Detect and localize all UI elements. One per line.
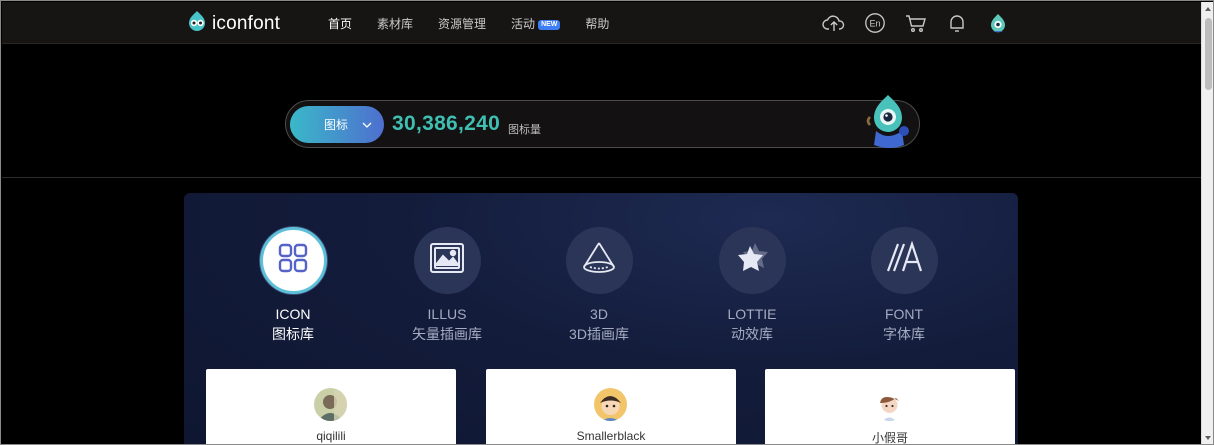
category-font[interactable]: FONT 字体库 <box>834 227 974 344</box>
search-type-label: 图标 <box>324 118 349 132</box>
header-actions: En <box>822 11 1027 35</box>
designer-name: 小假哥 <box>871 431 908 445</box>
avatar <box>314 388 347 421</box>
upload-cloud-icon[interactable] <box>822 11 846 35</box>
icon-count-label: 图标量 <box>508 124 541 136</box>
category-en-label: FONT <box>884 306 924 322</box>
scroll-up-arrow-icon[interactable] <box>1205 7 1211 11</box>
designer-card[interactable]: 小假哥 <box>765 369 1015 445</box>
cart-icon[interactable] <box>904 11 928 35</box>
nav-home[interactable]: 首页 <box>328 15 352 32</box>
new-badge: NEW <box>538 20 561 30</box>
avatar <box>594 388 627 421</box>
category-3d[interactable]: 3D 3D插画库 <box>529 227 669 344</box>
category-en-label: ILLUS <box>427 306 467 322</box>
designer-card[interactable]: qiqilili <box>206 369 456 444</box>
category-en-label: LOTTIE <box>727 306 777 322</box>
grid-icon <box>277 242 309 279</box>
category-zh-label: 3D插画库 <box>569 326 629 342</box>
logo-mascot-icon <box>186 10 208 37</box>
category-zh-label: 动效库 <box>731 326 773 342</box>
page: iconfont 首页 素材库 资源管理 活动 NEW 帮助 En 图标 30,… <box>2 2 1201 445</box>
animation-star-icon <box>733 239 771 282</box>
nav-activity-label: 活动 <box>511 17 536 31</box>
library-panel: ICON 图标库 ILLUS 矢量插画库 3D 3D插画库 LOTTIE 动效库… <box>184 193 1018 445</box>
category-illus-circle <box>413 227 481 294</box>
category-illustration[interactable]: ILLUS 矢量插画库 <box>377 227 517 344</box>
nav-resource-management[interactable]: 资源管理 <box>438 15 486 32</box>
language-en-icon[interactable]: En <box>863 11 887 35</box>
chevron-down-icon <box>362 118 372 132</box>
browser-frame: iconfont 首页 素材库 资源管理 活动 NEW 帮助 En 图标 30,… <box>0 0 1214 445</box>
bell-icon[interactable] <box>945 11 969 35</box>
mascot-icon <box>862 93 918 156</box>
nav-materials[interactable]: 素材库 <box>377 15 413 32</box>
category-icon-library[interactable]: ICON 图标库 <box>223 227 363 344</box>
nav-help[interactable]: 帮助 <box>585 15 609 32</box>
user-avatar-icon[interactable] <box>986 11 1010 35</box>
category-lottie[interactable]: LOTTIE 动效库 <box>682 227 822 344</box>
font-a-icon <box>884 240 924 280</box>
cone-3d-icon <box>580 241 618 280</box>
category-en-label: 3D <box>590 306 608 322</box>
main-nav: 首页 素材库 资源管理 活动 NEW 帮助 <box>328 15 634 32</box>
designer-card[interactable]: Smallerblack <box>486 369 736 444</box>
scroll-down-arrow-icon[interactable] <box>1205 436 1211 440</box>
top-navbar: iconfont 首页 素材库 资源管理 活动 NEW 帮助 En <box>2 2 1201 44</box>
image-icon <box>429 242 465 279</box>
vertical-scrollbar[interactable] <box>1201 2 1213 444</box>
category-zh-label: 字体库 <box>883 326 925 342</box>
nav-activity[interactable]: 活动 NEW <box>511 15 561 32</box>
logo[interactable]: iconfont <box>186 10 280 37</box>
hero-divider <box>2 177 1201 178</box>
icon-count: 30,386,240 <box>392 112 501 135</box>
category-icon-circle <box>259 227 327 294</box>
designer-name: qiqilili <box>316 429 346 443</box>
designer-name: Smallerblack <box>576 429 646 443</box>
category-zh-label: 图标库 <box>272 326 314 342</box>
search-type-selector[interactable]: 图标 <box>290 106 384 143</box>
scrollbar-thumb[interactable] <box>1205 18 1212 90</box>
logo-text: iconfont <box>212 12 281 34</box>
category-zh-label: 矢量插画库 <box>412 326 482 342</box>
avatar <box>873 388 906 421</box>
category-en-label: ICON <box>275 306 311 322</box>
language-label: En <box>869 19 880 29</box>
category-font-circle <box>870 227 938 294</box>
search-bar[interactable]: 图标 30,386,240 图标量 <box>285 95 920 148</box>
category-3d-circle <box>565 227 633 294</box>
category-lottie-circle <box>718 227 786 294</box>
